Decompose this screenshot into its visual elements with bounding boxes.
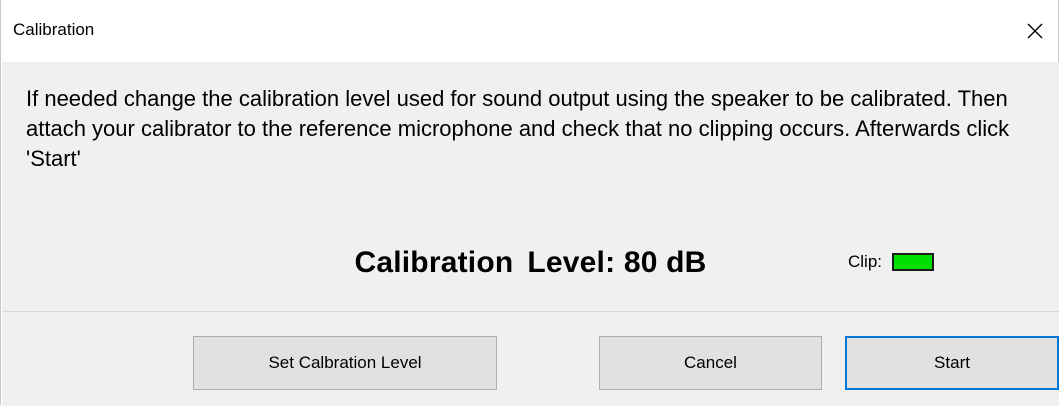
button-bar: Set Calbration Level Cancel Start xyxy=(2,311,1059,406)
instructions-text: If needed change the calibration level u… xyxy=(26,86,1010,171)
title-bar[interactable]: Calibration xyxy=(1,0,1058,62)
set-calibration-level-label: Set Calbration Level xyxy=(268,353,422,372)
dialog-content: If needed change the calibration level u… xyxy=(2,62,1059,311)
start-label: Start xyxy=(934,353,970,372)
clip-status: Clip: xyxy=(848,252,935,272)
close-button[interactable] xyxy=(1012,0,1058,62)
calibration-level-value: Level: 80 dB xyxy=(527,246,707,279)
clip-label: Clip: xyxy=(848,252,883,271)
set-calibration-level-button[interactable]: Set Calbration Level xyxy=(193,336,497,390)
window-title: Calibration xyxy=(13,20,95,39)
calibration-level-label: Calibration xyxy=(354,246,514,279)
cancel-label: Cancel xyxy=(684,353,737,372)
clip-indicator xyxy=(892,253,935,271)
calibration-dialog: Calibration If needed change the calibra… xyxy=(0,0,1059,406)
start-button[interactable]: Start xyxy=(845,336,1059,390)
cancel-button[interactable]: Cancel xyxy=(599,336,822,390)
close-icon xyxy=(1027,23,1043,39)
